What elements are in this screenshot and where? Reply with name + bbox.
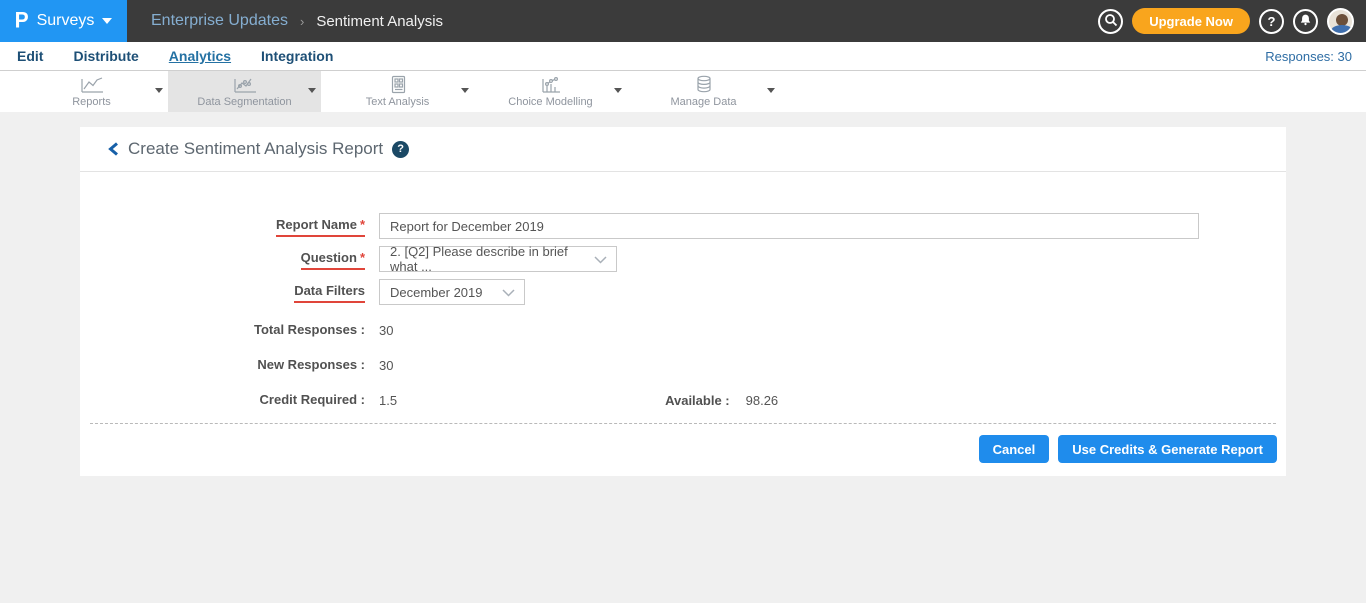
search-icon xyxy=(1104,13,1118,30)
help-icon[interactable]: ? xyxy=(392,141,409,158)
use-credits-generate-report-button[interactable]: Use Credits & Generate Report xyxy=(1058,435,1277,463)
new-responses-label: New Responses : xyxy=(257,357,365,372)
available-value: 98.26 xyxy=(746,393,779,408)
total-responses-label: Total Responses : xyxy=(254,322,365,337)
chevron-down-icon xyxy=(502,285,515,300)
nav-item-integration[interactable]: Integration xyxy=(261,48,333,64)
form-footer: Cancel Use Credits & Generate Report xyxy=(80,424,1286,476)
available-label: Available : xyxy=(665,393,730,408)
new-responses-value: 30 xyxy=(379,358,393,373)
toolbar-item-text-analysis[interactable]: Text Analysis xyxy=(321,71,474,112)
bell-icon xyxy=(1299,13,1312,29)
questionpro-logo: P xyxy=(15,8,29,33)
question-select[interactable]: 2. [Q2] Please describe in brief what ..… xyxy=(379,246,617,272)
question-label: Question* xyxy=(301,250,365,270)
data-filters-selected-value: December 2019 xyxy=(390,285,483,300)
chevron-down-icon xyxy=(461,88,469,93)
nav-item-analytics[interactable]: Analytics xyxy=(169,48,231,64)
question-mark-icon: ? xyxy=(1268,14,1276,29)
breadcrumb-survey-link[interactable]: Enterprise Updates xyxy=(151,12,288,30)
line-chart-icon xyxy=(79,75,105,94)
chevron-down-icon xyxy=(594,252,607,267)
report-name-input[interactable] xyxy=(379,213,1199,239)
toolbar-item-reports[interactable]: Reports xyxy=(15,71,168,112)
chevron-down-icon xyxy=(614,88,622,93)
chevron-down-icon xyxy=(155,88,163,93)
notifications-button[interactable] xyxy=(1293,9,1318,34)
total-responses-value: 30 xyxy=(379,323,393,338)
required-asterisk: * xyxy=(360,217,365,232)
panel-title-bar: Create Sentiment Analysis Report ? xyxy=(80,127,1286,172)
toolbar-item-manage-data[interactable]: Manage Data xyxy=(627,71,780,112)
total-responses-row: Total Responses : 30 xyxy=(80,321,1286,339)
section-nav: Edit Distribute Analytics Integration Re… xyxy=(0,42,1366,71)
upgrade-now-button[interactable]: Upgrade Now xyxy=(1132,8,1250,34)
breadcrumb: Enterprise Updates › Sentiment Analysis xyxy=(151,12,443,30)
toolbar-item-choice-modelling[interactable]: Choice Modelling xyxy=(474,71,627,112)
credits-available-group: Available : 98.26 xyxy=(665,393,778,408)
user-avatar[interactable] xyxy=(1327,8,1354,35)
database-icon xyxy=(695,75,713,94)
analytics-toolbar: Reports Data Segmentation Text Analysis … xyxy=(0,71,1366,112)
responses-count: Responses: 30 xyxy=(1265,49,1352,64)
top-header-bar: P Surveys Enterprise Updates › Sentiment… xyxy=(0,0,1366,42)
data-filters-select[interactable]: December 2019 xyxy=(379,279,525,305)
breadcrumb-separator: › xyxy=(300,14,304,29)
chevron-down-icon xyxy=(308,88,316,93)
data-filters-row: Data Filters December 2019 xyxy=(80,279,1286,305)
report-name-label: Report Name* xyxy=(276,217,365,237)
search-button[interactable] xyxy=(1098,9,1123,34)
cancel-button[interactable]: Cancel xyxy=(979,435,1050,463)
required-asterisk: * xyxy=(360,250,365,265)
page-title: Create Sentiment Analysis Report xyxy=(128,139,383,159)
question-row: Question* 2. [Q2] Please describe in bri… xyxy=(80,246,1286,272)
surveys-product-switcher[interactable]: P Surveys xyxy=(0,0,127,42)
nav-item-edit[interactable]: Edit xyxy=(17,48,43,64)
credit-required-label: Credit Required : xyxy=(260,392,365,407)
document-icon xyxy=(389,75,407,94)
product-name: Surveys xyxy=(37,12,95,30)
report-name-row: Report Name* xyxy=(80,213,1286,239)
data-filters-label: Data Filters xyxy=(294,283,365,303)
report-form: Report Name* Question* 2. [Q2] Please de… xyxy=(80,172,1286,476)
create-report-panel: Create Sentiment Analysis Report ? Repor… xyxy=(80,127,1286,476)
chevron-down-icon xyxy=(102,18,112,24)
breadcrumb-current-page: Sentiment Analysis xyxy=(316,13,443,30)
toolbar-item-data-segmentation[interactable]: Data Segmentation xyxy=(168,71,321,112)
scatter-line-chart-icon xyxy=(232,75,258,94)
page-background: Create Sentiment Analysis Report ? Repor… xyxy=(0,112,1366,603)
help-button[interactable]: ? xyxy=(1259,9,1284,34)
credit-required-value: 1.5 xyxy=(379,393,397,408)
new-responses-row: New Responses : 30 xyxy=(80,356,1286,374)
back-button[interactable] xyxy=(108,142,119,156)
credit-required-row: Credit Required : 1.5 Available : 98.26 xyxy=(80,391,1286,409)
avatar-photo xyxy=(1336,14,1348,26)
question-selected-value: 2. [Q2] Please describe in brief what ..… xyxy=(390,244,594,274)
chevron-down-icon xyxy=(767,88,775,93)
nav-item-distribute[interactable]: Distribute xyxy=(73,48,138,64)
node-chart-icon xyxy=(540,75,562,94)
topbar-actions: Upgrade Now ? xyxy=(1098,0,1354,42)
